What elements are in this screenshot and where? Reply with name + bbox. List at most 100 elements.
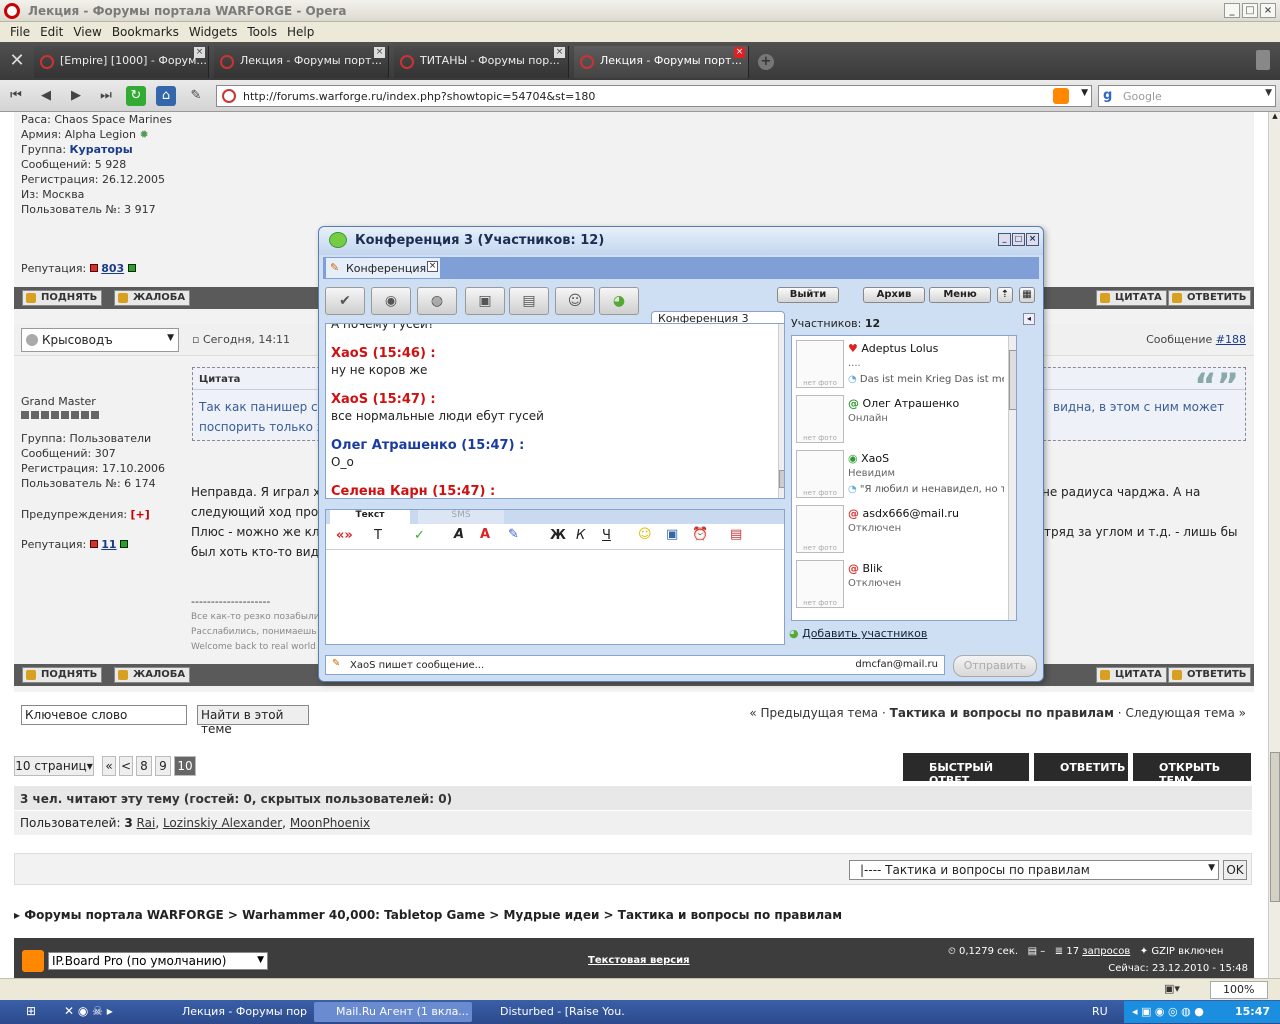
author-dropdown[interactable]: Крысоводъ ▼ (21, 328, 179, 352)
menu-tools[interactable]: Tools (247, 25, 287, 42)
reload-icon[interactable]: ↻ (126, 86, 146, 106)
rewind-icon[interactable]: ⏮ (6, 86, 26, 106)
complaint-button[interactable]: ЖАЛОБА (114, 290, 191, 306)
pages-dropdown[interactable]: 10 страниц▾ (14, 756, 94, 776)
tray-icons[interactable]: ◂ ▣ ◉ ◎ ◍ ● (1132, 1005, 1204, 1018)
reader-link[interactable]: Lozinskiy Alexander (163, 816, 282, 830)
menu-file[interactable]: File (10, 25, 40, 42)
tab-close-icon[interactable]: × (427, 261, 438, 272)
language-indicator[interactable]: RU (1092, 1005, 1108, 1018)
close-button[interactable]: × (1026, 233, 1039, 246)
alarm-icon[interactable]: ⏰ (692, 527, 708, 542)
close-button[interactable]: × (1260, 3, 1276, 18)
reader-link[interactable]: Rai (137, 816, 156, 830)
quicklaunch-icon[interactable]: ✕ ◉ ☠ ▸ (64, 1004, 113, 1018)
taskbar-mailru[interactable]: Mail.Ru Агент (1 вкла... (314, 1002, 472, 1022)
pin-icon[interactable]: ⇡ (997, 287, 1013, 303)
jump-ok-button[interactable]: OK (1223, 860, 1247, 880)
quote-button[interactable]: ЦИТАТА (1096, 290, 1167, 306)
collapse-icon[interactable]: ◂ (1023, 313, 1035, 325)
menu-bookmarks[interactable]: Bookmarks (112, 25, 189, 42)
up-button[interactable]: ПОДНЯТЬ (22, 290, 103, 306)
chat-scroll-thumb[interactable] (779, 470, 784, 488)
tab-sms[interactable]: SMS (418, 510, 504, 524)
participant-item[interactable]: нет фото ◉ XaoS Невидим ◔ "Я любил и нен… (794, 448, 1004, 500)
new-topic-button[interactable]: ОТКРЫТЬ ТЕМУ (1133, 753, 1251, 787)
complaint-button[interactable]: ЖАЛОБА (114, 667, 191, 683)
maximize-button[interactable]: □ (1242, 3, 1258, 18)
rep-minus-icon[interactable] (89, 264, 98, 272)
view-icon[interactable]: ▣▾ (1164, 982, 1180, 995)
tools-icon[interactable]: ✕ (6, 50, 28, 72)
tab-lecture-1[interactable]: Лекция - Форумы порт... × (214, 46, 389, 78)
participants-scrollbar[interactable] (1008, 336, 1016, 620)
reader-link[interactable]: MoonPhoenix (290, 816, 370, 830)
exit-button[interactable]: Выйти (777, 287, 839, 303)
tab-titans[interactable]: ТИТАНЫ - Форумы пор... × (394, 46, 569, 78)
trash-icon[interactable] (1256, 50, 1270, 70)
quote-button[interactable]: ЦИТАТА (1096, 667, 1167, 683)
menu-widgets[interactable]: Widgets (189, 25, 248, 42)
menu-edit[interactable]: Edit (40, 25, 73, 42)
tab-close-icon[interactable]: × (194, 47, 205, 58)
minimize-button[interactable]: _ (998, 233, 1011, 246)
font-icon[interactable]: A (454, 527, 464, 542)
archive-button[interactable]: Архив (863, 287, 925, 303)
underline-icon[interactable]: Ч (602, 528, 611, 543)
maximize-button[interactable]: □ (1012, 233, 1025, 246)
add-participants-link[interactable]: ◕ Добавить участников (789, 627, 927, 640)
taskbar-player[interactable]: Disturbed - [Raise You... (478, 1002, 626, 1022)
tab-conference-3[interactable]: ✎ Конференция 3 × (325, 257, 441, 279)
next-topic-link[interactable]: Следующая тема » (1125, 706, 1246, 720)
url-dropdown-icon[interactable]: ▼ (1081, 88, 1088, 98)
participant-item[interactable]: нет фото @ Blik Отключен (794, 558, 1000, 610)
bold-icon[interactable]: Ж (550, 528, 566, 543)
forward-icon[interactable]: ▶ (66, 86, 86, 106)
rep-minus-icon[interactable] (89, 540, 98, 548)
home-icon[interactable]: ⌂ (156, 86, 176, 106)
scroll-up-icon[interactable]: ▲ (1270, 112, 1280, 124)
text-version-link[interactable]: Текстовая версия (588, 955, 690, 966)
prev-page-link[interactable]: < (119, 756, 133, 776)
rss-icon[interactable] (22, 950, 44, 972)
chat-bubble-icon[interactable]: ◕ (599, 287, 639, 315)
breadcrumb-item[interactable]: Форумы портала WARFORGE (24, 908, 224, 922)
participant-item[interactable]: нет фото @ asdx666@mail.ru Отключен (794, 503, 1000, 555)
tv-icon[interactable]: ▣ (666, 527, 678, 542)
page-8-link[interactable]: 8 (136, 756, 152, 776)
globe-icon[interactable]: ◍ (417, 287, 457, 315)
quote-insert-icon[interactable]: «» (336, 528, 353, 543)
tab-lecture-active[interactable]: Лекция - Форумы порт... × (574, 46, 749, 78)
search-dropdown-icon[interactable]: ▼ (1265, 88, 1272, 98)
url-field[interactable]: http://forums.warforge.ru/index.php?show… (216, 85, 1092, 107)
taskbar-opera[interactable]: Лекция - Форумы пор... (160, 1002, 308, 1022)
fast-forward-icon[interactable]: ⏭ (96, 86, 116, 106)
tab-close-icon[interactable]: × (734, 47, 745, 58)
send-button[interactable]: Отправить (953, 655, 1037, 677)
tab-close-icon[interactable]: × (374, 47, 385, 58)
menu-button[interactable]: Меню (929, 287, 991, 303)
back-icon[interactable]: ◀ (36, 86, 56, 106)
search-topic-button[interactable]: Найти в этой теме (197, 705, 309, 736)
tab-close-icon[interactable]: × (554, 47, 565, 58)
text-format-icon[interactable]: T (374, 528, 382, 543)
reply-button[interactable]: ОТВЕТИТЬ (1168, 667, 1252, 683)
menu-view[interactable]: View (73, 25, 111, 42)
start-icon[interactable]: ⊞ (26, 1004, 36, 1018)
pencil-icon[interactable]: ✎ (186, 86, 206, 106)
chat-scrollbar[interactable] (778, 324, 784, 498)
participant-item[interactable]: нет фото ♥ Adeptus Lolus .... ◔ Das ist … (794, 338, 1004, 390)
italic-icon[interactable]: К (576, 528, 585, 543)
page-9-link[interactable]: 9 (155, 756, 171, 776)
rep-plus-icon[interactable] (127, 264, 136, 272)
send-file-icon[interactable]: ▤ (730, 527, 742, 542)
forum-jump-select[interactable]: |---- Тактика и вопросы по правилам ▼ (849, 860, 1219, 880)
contacts-icon[interactable]: ☺ (555, 287, 595, 315)
participants-scroll-thumb[interactable] (1009, 350, 1016, 410)
skin-select[interactable]: IP.Board Pro (по умолчанию) ▼ (48, 952, 268, 970)
breadcrumb-item[interactable]: Тактика и вопросы по правилам (618, 908, 842, 922)
menu-help[interactable]: Help (287, 25, 324, 42)
tab-text[interactable]: Текст (330, 510, 410, 524)
minimize-button[interactable]: _ (1224, 3, 1240, 18)
keyword-input[interactable]: Ключевое слово (21, 705, 187, 725)
